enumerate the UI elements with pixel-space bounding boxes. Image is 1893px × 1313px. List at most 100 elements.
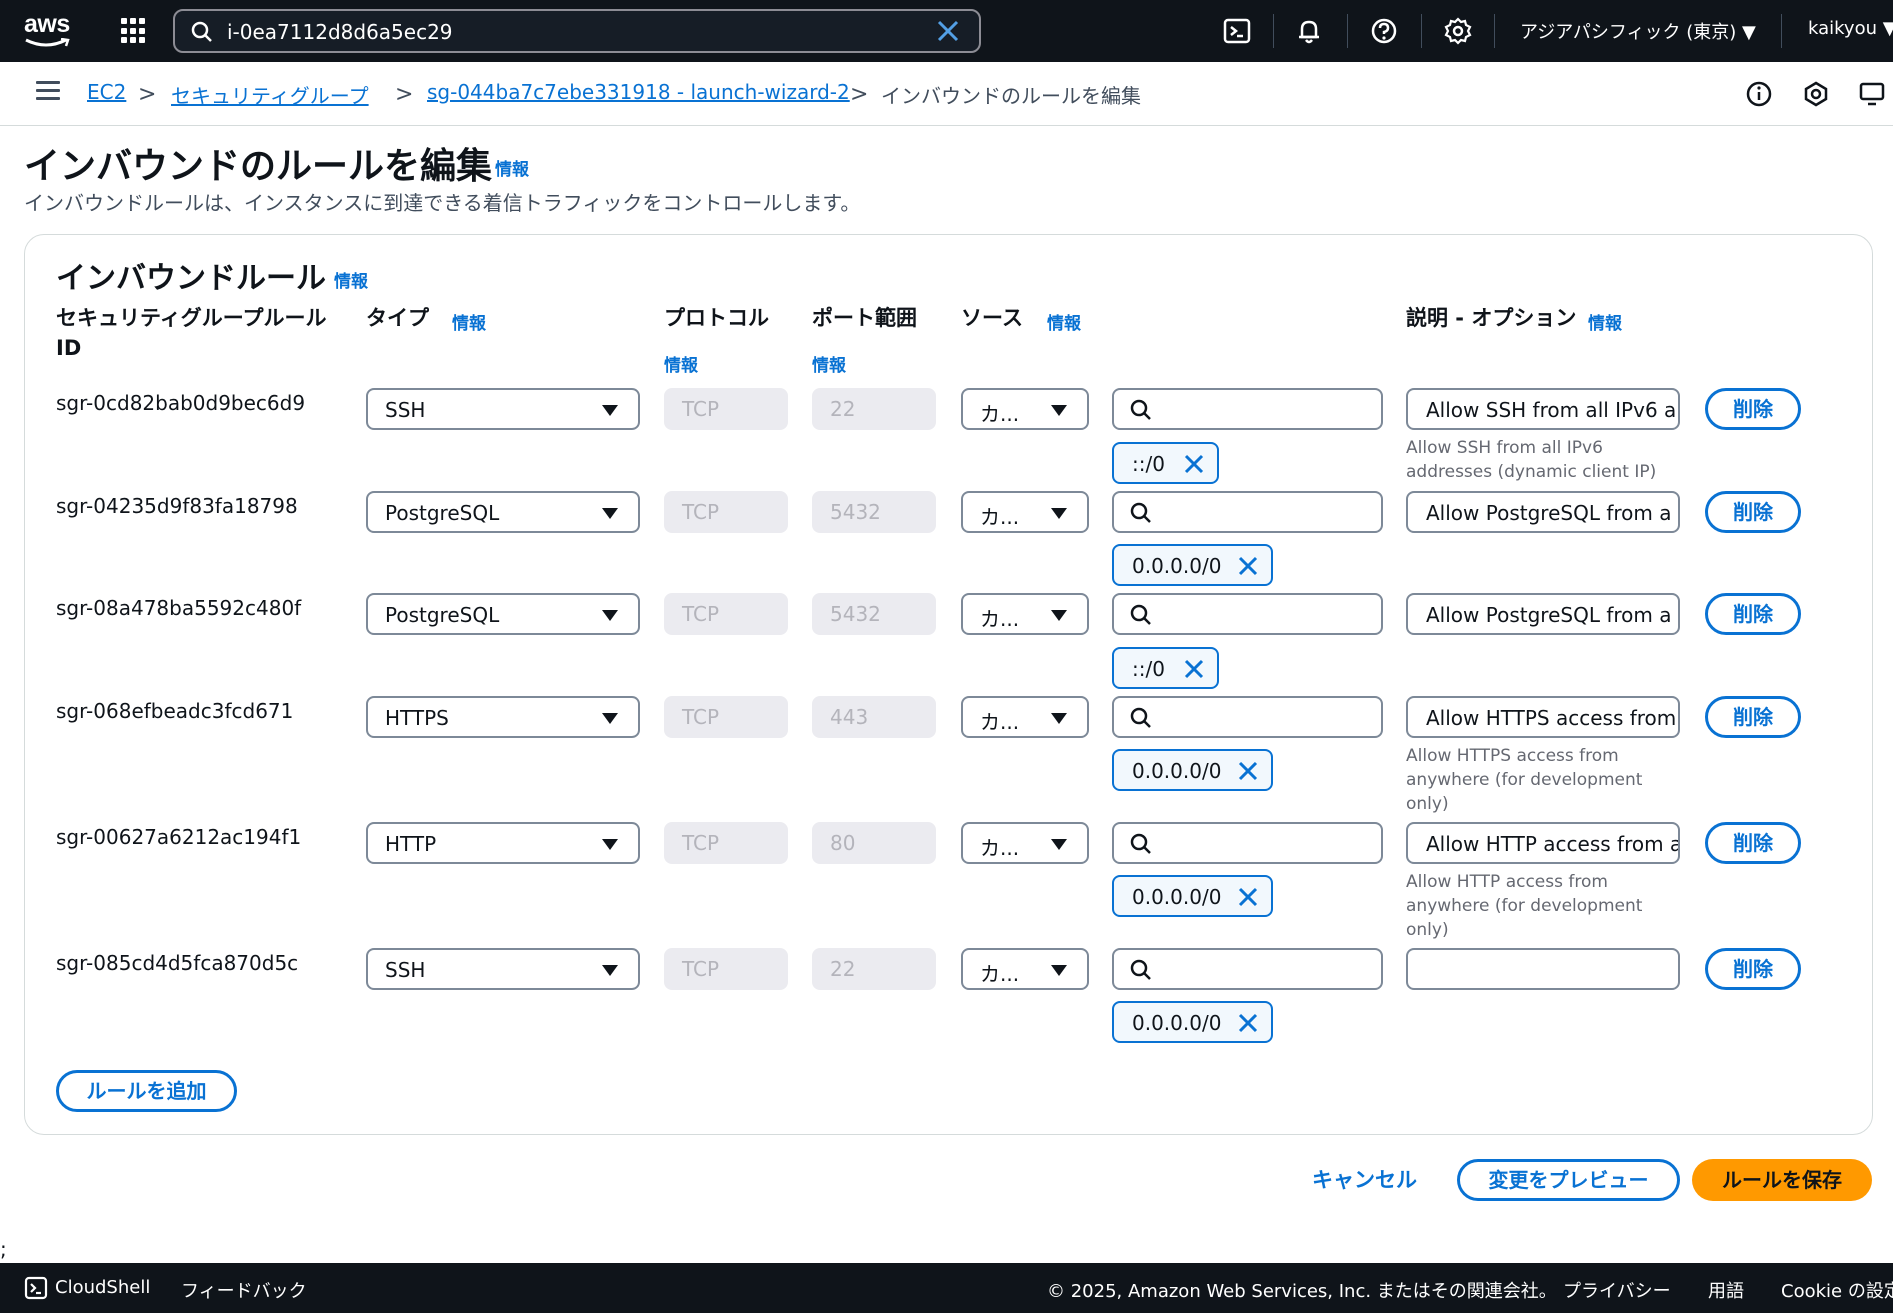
source-search-input[interactable] — [1112, 948, 1383, 990]
caret-down-icon — [602, 405, 618, 416]
port-range-value: 5432 — [830, 500, 881, 524]
delete-rule-button[interactable]: 削除 — [1705, 822, 1801, 864]
clear-icon[interactable] — [937, 20, 959, 42]
remove-token-icon[interactable] — [1183, 658, 1205, 680]
preview-changes-button[interactable]: 変更をプレビュー — [1457, 1159, 1680, 1201]
source-type-value: カ... — [980, 607, 1020, 631]
source-info-link[interactable]: 情報 — [1047, 309, 1081, 334]
bell-icon[interactable] — [1294, 16, 1324, 46]
source-type-select[interactable]: カ... — [961, 491, 1089, 533]
cloudshell-icon[interactable] — [24, 1276, 48, 1300]
page-info-link[interactable]: 情報 — [495, 155, 529, 180]
description-input[interactable]: Allow PostgreSQL from a — [1406, 491, 1680, 533]
type-select[interactable]: SSH — [366, 948, 640, 990]
description-value: Allow PostgreSQL from a — [1426, 603, 1672, 627]
protocol-info-link[interactable]: 情報 — [664, 351, 698, 376]
cidr-value: ::/0 — [1132, 657, 1165, 681]
add-rule-button[interactable]: ルールを追加 — [56, 1070, 237, 1112]
page-description: インバウンドルールは、インスタンスに到達できる着信トラフィックをコントロールしま… — [24, 191, 861, 215]
type-info-link[interactable]: 情報 — [452, 309, 486, 334]
breadcrumb-security-groups[interactable]: セキュリティグループ — [171, 80, 369, 109]
protocol-field: TCP — [664, 593, 788, 635]
apps-grid-icon[interactable] — [121, 18, 147, 44]
type-select[interactable]: HTTPS — [366, 696, 640, 738]
type-select[interactable]: PostgreSQL — [366, 491, 640, 533]
terms-link[interactable]: 用語 — [1708, 1277, 1744, 1303]
hexagon-icon[interactable] — [1802, 80, 1830, 108]
cloudshell-link[interactable]: CloudShell — [55, 1277, 150, 1298]
description-input[interactable]: Allow SSH from all IPv6 a — [1406, 388, 1680, 430]
source-search-input[interactable] — [1112, 696, 1383, 738]
section-title: インバウンドルール — [56, 261, 326, 296]
footer: CloudShell フィードバック © 2025, Amazon Web Se… — [0, 1263, 1893, 1313]
remove-token-icon[interactable] — [1237, 555, 1259, 577]
remove-token-icon[interactable] — [1237, 1012, 1259, 1034]
cookie-settings-link[interactable]: Cookie の設定 — [1781, 1277, 1893, 1303]
info-circle-icon[interactable] — [1745, 80, 1773, 108]
source-type-select[interactable]: カ... — [961, 822, 1089, 864]
delete-rule-button[interactable]: 削除 — [1705, 593, 1801, 635]
type-select[interactable]: HTTP — [366, 822, 640, 864]
cidr-token: 0.0.0.0/0 — [1112, 749, 1273, 791]
caret-down-icon — [602, 508, 618, 519]
breadcrumb-security-group[interactable]: sg-044ba7c7ebe331918 - launch-wizard-2 — [427, 80, 850, 104]
feedback-link[interactable]: フィードバック — [181, 1277, 307, 1303]
source-search-input[interactable] — [1112, 388, 1383, 430]
description-input[interactable]: Allow HTTP access from a — [1406, 822, 1680, 864]
copyright-text: © 2025, Amazon Web Services, Inc. またはその関… — [1047, 1281, 1557, 1302]
description-input[interactable] — [1406, 948, 1680, 990]
monitor-icon[interactable] — [1858, 80, 1886, 108]
remove-token-icon[interactable] — [1237, 886, 1259, 908]
source-search-input[interactable] — [1112, 593, 1383, 635]
rule-id: sgr-08a478ba5592c480f — [56, 596, 302, 620]
port-range-field: 22 — [812, 948, 936, 990]
description-value: Allow HTTPS access from — [1426, 706, 1677, 730]
description-input[interactable]: Allow PostgreSQL from a — [1406, 593, 1680, 635]
save-rules-button[interactable]: ルールを保存 — [1692, 1159, 1872, 1201]
cloudshell-icon[interactable] — [1222, 16, 1252, 46]
protocol-value: TCP — [682, 831, 720, 855]
source-type-select[interactable]: カ... — [961, 388, 1089, 430]
source-type-select[interactable]: カ... — [961, 696, 1089, 738]
delete-rule-button[interactable]: 削除 — [1705, 491, 1801, 533]
type-select[interactable]: PostgreSQL — [366, 593, 640, 635]
source-type-select[interactable]: カ... — [961, 948, 1089, 990]
account-menu[interactable]: kaikyou ▼ — [1808, 18, 1893, 39]
privacy-link[interactable]: プライバシー — [1563, 1277, 1671, 1303]
search-icon — [1130, 604, 1151, 625]
remove-token-icon[interactable] — [1183, 453, 1205, 475]
section-info-link[interactable]: 情報 — [334, 267, 368, 292]
type-value: SSH — [385, 398, 426, 422]
description-info-link[interactable]: 情報 — [1588, 309, 1622, 334]
stray-character: ; — [0, 1237, 7, 1261]
source-type-select[interactable]: カ... — [961, 593, 1089, 635]
protocol-field: TCP — [664, 822, 788, 864]
search-icon — [1130, 502, 1151, 523]
breadcrumb-ec2[interactable]: EC2 — [87, 80, 126, 104]
delete-rule-button[interactable]: 削除 — [1705, 948, 1801, 990]
inbound-rules-container: インバウンドルール 情報 セキュリティグループルール ID タイプ 情報 プロト… — [24, 234, 1873, 1135]
port-range-info-link[interactable]: 情報 — [812, 351, 846, 376]
caret-down-icon — [602, 839, 618, 850]
global-search-input[interactable]: i-0ea7112d8d6a5ec29 — [173, 9, 981, 53]
cidr-token: 0.0.0.0/0 — [1112, 875, 1273, 917]
remove-token-icon[interactable] — [1237, 760, 1259, 782]
aws-logo[interactable]: aws — [24, 10, 76, 50]
menu-icon[interactable] — [36, 81, 60, 101]
column-header-protocol: プロトコル — [664, 306, 769, 330]
source-search-input[interactable] — [1112, 491, 1383, 533]
region-selector[interactable]: アジアパシフィック (東京) ▼ — [1520, 18, 1756, 44]
caret-down-icon — [1051, 405, 1067, 416]
cidr-token: ::/0 — [1112, 442, 1219, 484]
source-type-value: カ... — [980, 710, 1020, 734]
description-input[interactable]: Allow HTTPS access from — [1406, 696, 1680, 738]
gear-icon[interactable] — [1443, 16, 1473, 46]
source-search-input[interactable] — [1112, 822, 1383, 864]
help-icon[interactable] — [1369, 16, 1399, 46]
delete-rule-button[interactable]: 削除 — [1705, 696, 1801, 738]
delete-rule-button[interactable]: 削除 — [1705, 388, 1801, 430]
caret-down-icon — [1051, 839, 1067, 850]
type-value: PostgreSQL — [385, 501, 500, 525]
cancel-button[interactable]: キャンセル — [1312, 1164, 1417, 1194]
type-select[interactable]: SSH — [366, 388, 640, 430]
